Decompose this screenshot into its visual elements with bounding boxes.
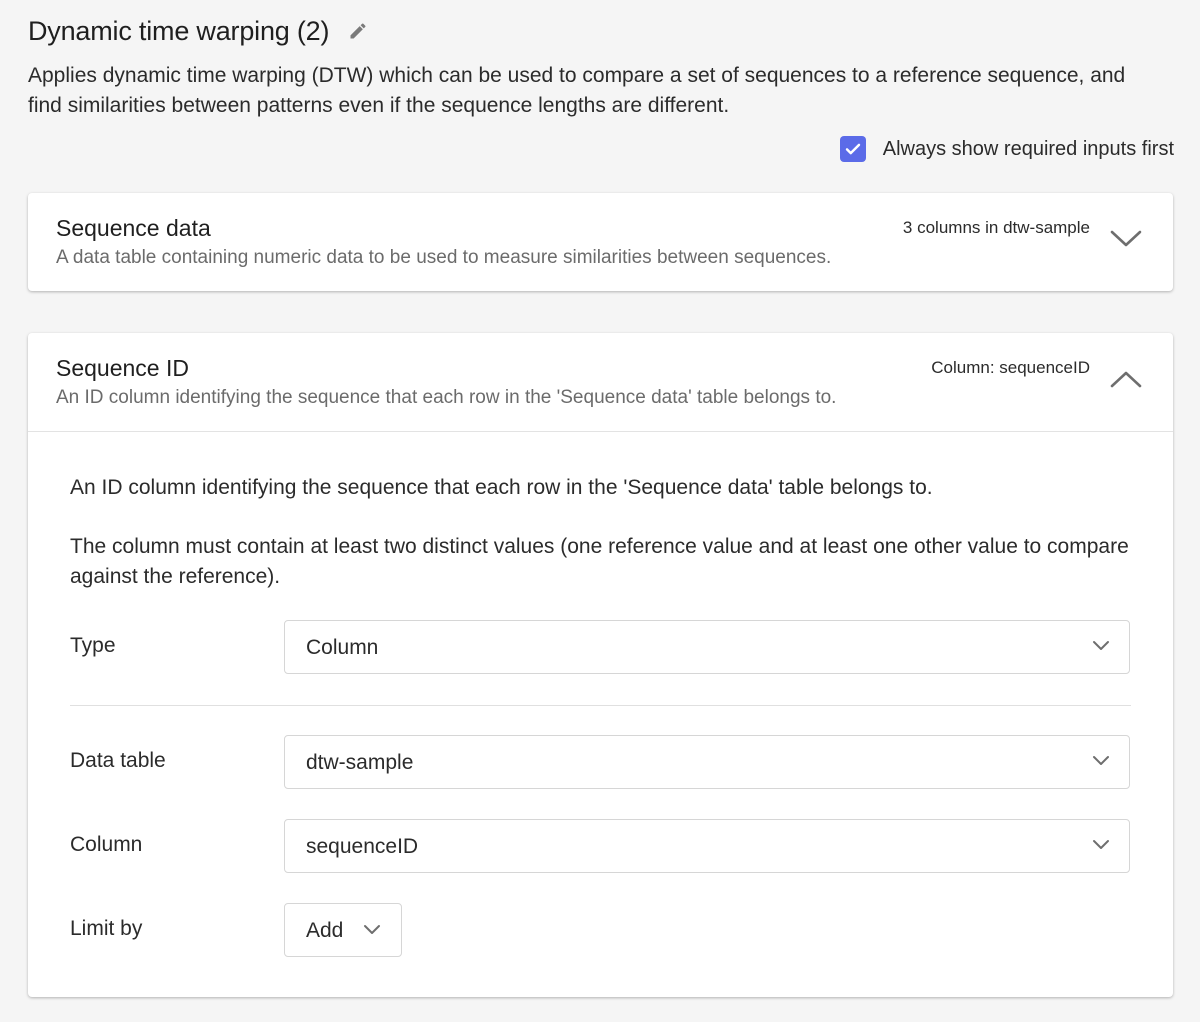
page-title: Dynamic time warping (2) (28, 15, 330, 46)
sequence-id-body: An ID column identifying the sequence th… (28, 431, 1173, 959)
chevron-down-icon[interactable] (1109, 228, 1143, 250)
column-select-value: sequenceID (306, 835, 419, 858)
always-show-checkbox[interactable] (839, 136, 866, 162)
data-table-select-value: dtw-sample (306, 751, 414, 774)
page-description: Applies dynamic time warping (DTW) which… (28, 64, 1126, 117)
pencil-icon[interactable] (347, 20, 369, 42)
add-button-label: Add (306, 919, 344, 942)
type-select-value: Column (306, 636, 379, 659)
sequence-id-title: Sequence ID (56, 355, 189, 381)
column-field: Column sequenceID (70, 819, 1131, 875)
sequence-data-subtitle: A data table containing numeric data to … (56, 247, 832, 268)
always-show-required-toggle[interactable]: Always show required inputs first (839, 136, 1174, 162)
limit-by-label: Limit by (70, 917, 143, 940)
limit-by-field: Limit by Add (70, 903, 1131, 959)
limit-by-add-button[interactable]: Add (284, 903, 402, 957)
sequence-data-summary: 3 columns in dtw-sample (902, 218, 1090, 237)
page-header: Dynamic time warping (2) Applies dynamic… (28, 14, 1174, 162)
chevron-down-icon (363, 923, 381, 937)
chevron-down-icon (1091, 838, 1111, 852)
sequence-id-help-1: An ID column identifying the sequence th… (70, 476, 933, 499)
sequence-data-header[interactable]: Sequence data A data table containing nu… (28, 193, 1173, 291)
chevron-down-icon (1091, 639, 1111, 653)
type-select[interactable]: Column (284, 620, 1130, 674)
chevron-down-icon (1091, 754, 1111, 768)
sequence-id-help-2: The column must contain at least two dis… (70, 535, 1129, 588)
sequence-id-header[interactable]: Sequence ID An ID column identifying the… (28, 333, 1173, 431)
type-field: Type Column (70, 620, 1131, 676)
column-label: Column (70, 833, 143, 856)
sequence-data-panel: Sequence data A data table containing nu… (28, 193, 1173, 291)
sequence-id-summary: Column: sequenceID (931, 358, 1090, 377)
always-show-label: Always show required inputs first (882, 137, 1174, 160)
sequence-id-panel: Sequence ID An ID column identifying the… (28, 333, 1173, 997)
column-select[interactable]: sequenceID (284, 819, 1130, 873)
chevron-up-icon[interactable] (1109, 368, 1143, 390)
title-row: Dynamic time warping (2) (28, 14, 1174, 48)
divider (70, 705, 1131, 706)
data-table-field: Data table dtw-sample (70, 735, 1131, 791)
data-table-select[interactable]: dtw-sample (284, 735, 1130, 789)
sequence-id-subtitle: An ID column identifying the sequence th… (56, 387, 837, 408)
sequence-data-title: Sequence data (56, 215, 211, 241)
data-table-label: Data table (70, 749, 166, 772)
type-label: Type (70, 634, 116, 657)
